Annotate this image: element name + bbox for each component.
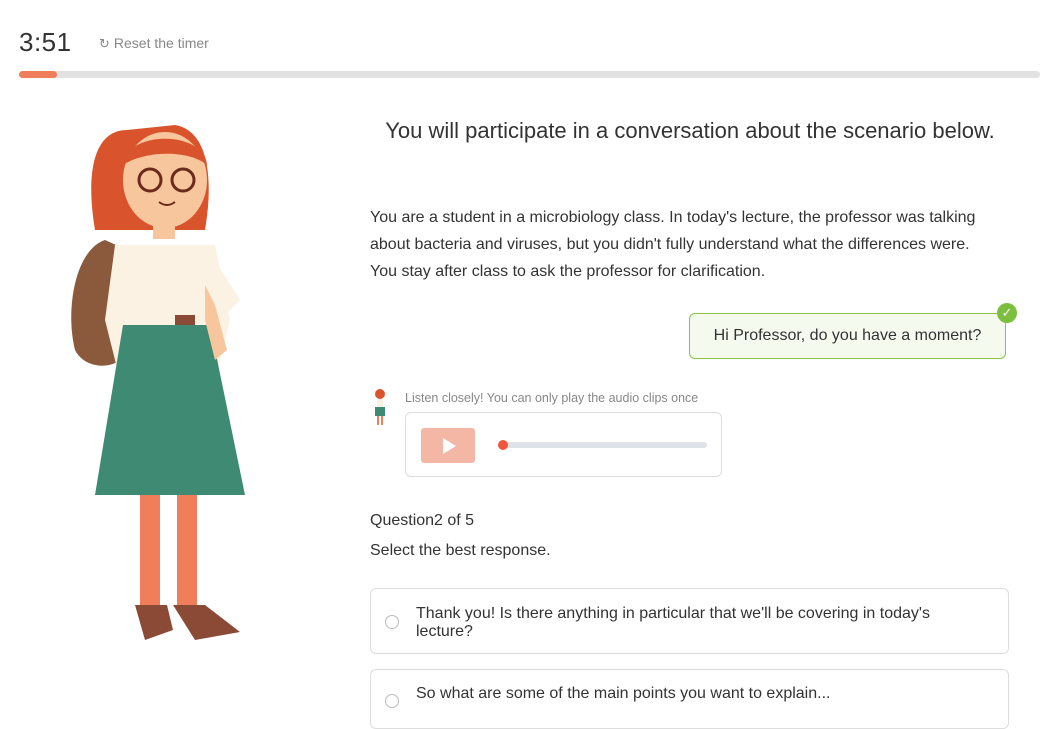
answer-option-text: Thank you! Is there anything in particul…	[416, 605, 930, 640]
play-button[interactable]	[421, 428, 475, 463]
answer-option-text: So what are some of the main points you …	[416, 685, 831, 702]
question-prompt: Select the best response.	[370, 542, 551, 559]
progress-bar	[19, 71, 1040, 78]
scenario-text: You are a student in a microbiology clas…	[370, 209, 976, 280]
check-icon: ✓	[997, 303, 1017, 323]
refresh-icon: ↻	[99, 35, 110, 51]
audio-progress-knob[interactable]	[498, 440, 508, 450]
audio-player	[405, 412, 722, 477]
play-icon	[443, 437, 456, 454]
student-message-text: Hi Professor, do you have a moment?	[713, 327, 982, 344]
answer-option[interactable]: Thank you! Is there anything in particul…	[370, 588, 1009, 654]
reset-timer-label: Reset the timer	[113, 35, 209, 51]
question-counter: Question2 of 5	[370, 512, 475, 529]
student-message-bubble: Hi Professor, do you have a moment?	[689, 313, 1006, 359]
progress-fill	[19, 71, 57, 78]
answer-option[interactable]: So what are some of the main points you …	[370, 669, 1009, 729]
audio-progress-track[interactable]	[498, 440, 707, 450]
reset-timer-button[interactable]: ↻ Reset the timer	[99, 35, 209, 51]
audio-note: Listen closely! You can only play the au…	[405, 391, 699, 405]
timer-display: 3:51	[19, 27, 72, 57]
page-heading: You will participate in a conversation a…	[385, 118, 995, 143]
radio-button[interactable]	[385, 694, 399, 708]
radio-button[interactable]	[385, 615, 399, 629]
student-illustration	[71, 125, 245, 640]
student-avatar	[375, 389, 385, 425]
